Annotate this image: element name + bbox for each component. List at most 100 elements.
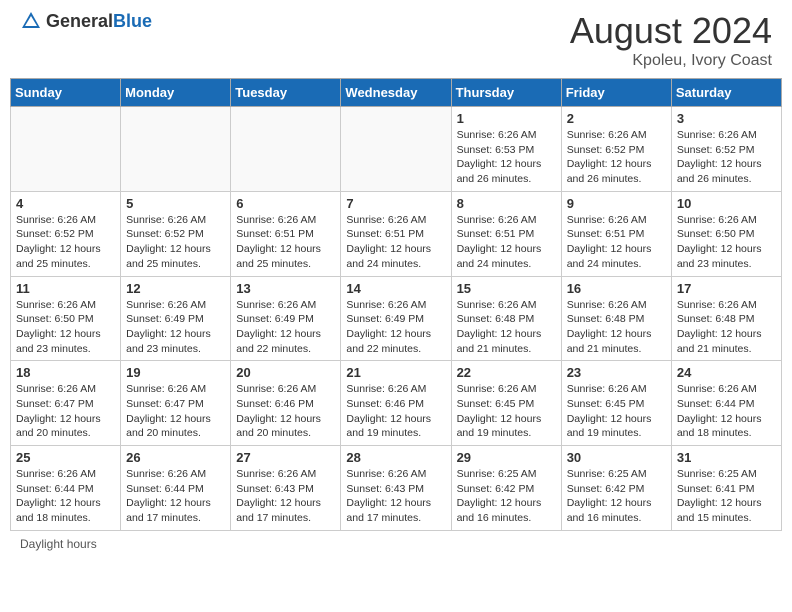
day-info: Sunrise: 6:26 AM Sunset: 6:48 PM Dayligh… (457, 298, 556, 357)
day-number: 13 (236, 281, 335, 296)
calendar-day-cell: 1Sunrise: 6:26 AM Sunset: 6:53 PM Daylig… (451, 107, 561, 192)
day-of-week-header: Thursday (451, 79, 561, 107)
day-number: 30 (567, 450, 666, 465)
calendar-day-cell: 6Sunrise: 6:26 AM Sunset: 6:51 PM Daylig… (231, 191, 341, 276)
header-row: SundayMondayTuesdayWednesdayThursdayFrid… (11, 79, 782, 107)
day-info: Sunrise: 6:26 AM Sunset: 6:50 PM Dayligh… (16, 298, 115, 357)
day-of-week-header: Saturday (671, 79, 781, 107)
calendar-day-cell: 23Sunrise: 6:26 AM Sunset: 6:45 PM Dayli… (561, 361, 671, 446)
day-info: Sunrise: 6:26 AM Sunset: 6:44 PM Dayligh… (677, 382, 776, 441)
day-number: 20 (236, 365, 335, 380)
footer-note: Daylight hours (10, 537, 782, 551)
day-info: Sunrise: 6:26 AM Sunset: 6:47 PM Dayligh… (16, 382, 115, 441)
logo: GeneralBlue (20, 10, 152, 32)
day-info: Sunrise: 6:26 AM Sunset: 6:44 PM Dayligh… (126, 467, 225, 526)
day-info: Sunrise: 6:26 AM Sunset: 6:52 PM Dayligh… (677, 128, 776, 187)
calendar-day-cell: 25 Sunrise: 6:26 AM Sunset: 6:44 PM Dayli… (11, 446, 121, 531)
day-of-week-header: Monday (121, 79, 231, 107)
day-info: Sunrise: 6:26 AM Sunset: 6:51 PM Dayligh… (457, 213, 556, 272)
calendar-day-cell: 7Sunrise: 6:26 AM Sunset: 6:51 PM Daylig… (341, 191, 451, 276)
day-info: Sunrise: 6:26 AM Sunset: 6:48 PM Dayligh… (567, 298, 666, 357)
calendar-day-cell: 11 Sunrise: 6:26 AM Sunset: 6:50 PM Dayli… (11, 276, 121, 361)
location: Kpoleu, Ivory Coast (570, 52, 772, 70)
day-info: Sunrise: 6:26 AM Sunset: 6:52 PM Dayligh… (126, 213, 225, 272)
day-info: Sunrise: 6:26 AM Sunset: 6:52 PM Dayligh… (567, 128, 666, 187)
calendar-day-cell: 14 Sunrise: 6:26 AM Sunset: 6:49 PM Dayli… (341, 276, 451, 361)
calendar-day-cell: 19 Sunrise: 6:26 AM Sunset: 6:47 PM Dayli… (121, 361, 231, 446)
day-number: 4 (16, 196, 115, 211)
calendar-week-row: 1Sunrise: 6:26 AM Sunset: 6:53 PM Daylig… (11, 107, 782, 192)
day-of-week-header: Sunday (11, 79, 121, 107)
calendar-table: SundayMondayTuesdayWednesdayThursdayFrid… (10, 78, 782, 531)
calendar-day-cell: 15 Sunrise: 6:26 AM Sunset: 6:48 PM Dayli… (451, 276, 561, 361)
day-number: 3 (677, 111, 776, 126)
calendar-day-cell: 28 Sunrise: 6:26 AM Sunset: 6:43 PM Dayli… (341, 446, 451, 531)
day-info: Sunrise: 6:25 AM Sunset: 6:42 PM Dayligh… (567, 467, 666, 526)
day-number: 29 (457, 450, 556, 465)
calendar-day-cell: 31Sunrise: 6:25 AM Sunset: 6:41 PM Dayli… (671, 446, 781, 531)
day-info: Sunrise: 6:25 AM Sunset: 6:41 PM Dayligh… (677, 467, 776, 526)
day-number: 26 (126, 450, 225, 465)
day-info: Sunrise: 6:26 AM Sunset: 6:53 PM Dayligh… (457, 128, 556, 187)
calendar-day-cell (231, 107, 341, 192)
day-number: 12 (126, 281, 225, 296)
day-number: 25 (16, 450, 115, 465)
day-number: 17 (677, 281, 776, 296)
calendar-day-cell: 17Sunrise: 6:26 AM Sunset: 6:48 PM Dayli… (671, 276, 781, 361)
calendar-day-cell: 4 Sunrise: 6:26 AM Sunset: 6:52 PM Daylig… (11, 191, 121, 276)
page-header: GeneralBlue August 2024 Kpoleu, Ivory Co… (10, 10, 782, 70)
calendar-week-row: 4 Sunrise: 6:26 AM Sunset: 6:52 PM Daylig… (11, 191, 782, 276)
calendar-day-cell: 18Sunrise: 6:26 AM Sunset: 6:47 PM Dayli… (11, 361, 121, 446)
calendar-day-cell: 12 Sunrise: 6:26 AM Sunset: 6:49 PM Dayli… (121, 276, 231, 361)
calendar-day-cell: 20Sunrise: 6:26 AM Sunset: 6:46 PM Dayli… (231, 361, 341, 446)
day-number: 19 (126, 365, 225, 380)
day-info: Sunrise: 6:25 AM Sunset: 6:42 PM Dayligh… (457, 467, 556, 526)
day-number: 11 (16, 281, 115, 296)
month-year: August 2024 (570, 10, 772, 52)
calendar-day-cell: 8Sunrise: 6:26 AM Sunset: 6:51 PM Daylig… (451, 191, 561, 276)
calendar-day-cell: 29 Sunrise: 6:25 AM Sunset: 6:42 PM Dayli… (451, 446, 561, 531)
day-number: 6 (236, 196, 335, 211)
day-info: Sunrise: 6:26 AM Sunset: 6:51 PM Dayligh… (567, 213, 666, 272)
title-block: August 2024 Kpoleu, Ivory Coast (570, 10, 772, 70)
day-info: Sunrise: 6:26 AM Sunset: 6:52 PM Dayligh… (16, 213, 115, 272)
calendar-day-cell: 2Sunrise: 6:26 AM Sunset: 6:52 PM Daylig… (561, 107, 671, 192)
day-number: 14 (346, 281, 445, 296)
calendar-day-cell: 24 Sunrise: 6:26 AM Sunset: 6:44 PM Dayli… (671, 361, 781, 446)
calendar-day-cell: 13 Sunrise: 6:26 AM Sunset: 6:49 PM Dayli… (231, 276, 341, 361)
day-info: Sunrise: 6:26 AM Sunset: 6:47 PM Dayligh… (126, 382, 225, 441)
calendar-day-cell (121, 107, 231, 192)
daylight-hours-label: Daylight hours (20, 537, 97, 551)
logo-blue: Blue (113, 11, 152, 31)
calendar-day-cell (341, 107, 451, 192)
general-blue-icon (20, 10, 42, 32)
day-number: 15 (457, 281, 556, 296)
day-info: Sunrise: 6:26 AM Sunset: 6:50 PM Dayligh… (677, 213, 776, 272)
day-info: Sunrise: 6:26 AM Sunset: 6:45 PM Dayligh… (457, 382, 556, 441)
calendar-day-cell: 9Sunrise: 6:26 AM Sunset: 6:51 PM Daylig… (561, 191, 671, 276)
calendar-day-cell: 30 Sunrise: 6:25 AM Sunset: 6:42 PM Dayli… (561, 446, 671, 531)
day-number: 23 (567, 365, 666, 380)
day-number: 5 (126, 196, 225, 211)
day-number: 28 (346, 450, 445, 465)
calendar-day-cell: 5 Sunrise: 6:26 AM Sunset: 6:52 PM Daylig… (121, 191, 231, 276)
day-info: Sunrise: 6:26 AM Sunset: 6:43 PM Dayligh… (236, 467, 335, 526)
day-info: Sunrise: 6:26 AM Sunset: 6:49 PM Dayligh… (236, 298, 335, 357)
day-number: 27 (236, 450, 335, 465)
calendar-day-cell: 10 Sunrise: 6:26 AM Sunset: 6:50 PM Dayli… (671, 191, 781, 276)
day-number: 10 (677, 196, 776, 211)
day-info: Sunrise: 6:26 AM Sunset: 6:49 PM Dayligh… (346, 298, 445, 357)
day-number: 16 (567, 281, 666, 296)
day-number: 24 (677, 365, 776, 380)
logo-general: General (46, 11, 113, 31)
calendar-day-cell: 16 Sunrise: 6:26 AM Sunset: 6:48 PM Dayli… (561, 276, 671, 361)
day-info: Sunrise: 6:26 AM Sunset: 6:49 PM Dayligh… (126, 298, 225, 357)
calendar-day-cell: 26 Sunrise: 6:26 AM Sunset: 6:44 PM Dayli… (121, 446, 231, 531)
day-of-week-header: Friday (561, 79, 671, 107)
calendar-day-cell: 22 Sunrise: 6:26 AM Sunset: 6:45 PM Dayli… (451, 361, 561, 446)
day-info: Sunrise: 6:26 AM Sunset: 6:44 PM Dayligh… (16, 467, 115, 526)
day-number: 22 (457, 365, 556, 380)
day-info: Sunrise: 6:26 AM Sunset: 6:46 PM Dayligh… (346, 382, 445, 441)
day-of-week-header: Tuesday (231, 79, 341, 107)
day-info: Sunrise: 6:26 AM Sunset: 6:43 PM Dayligh… (346, 467, 445, 526)
